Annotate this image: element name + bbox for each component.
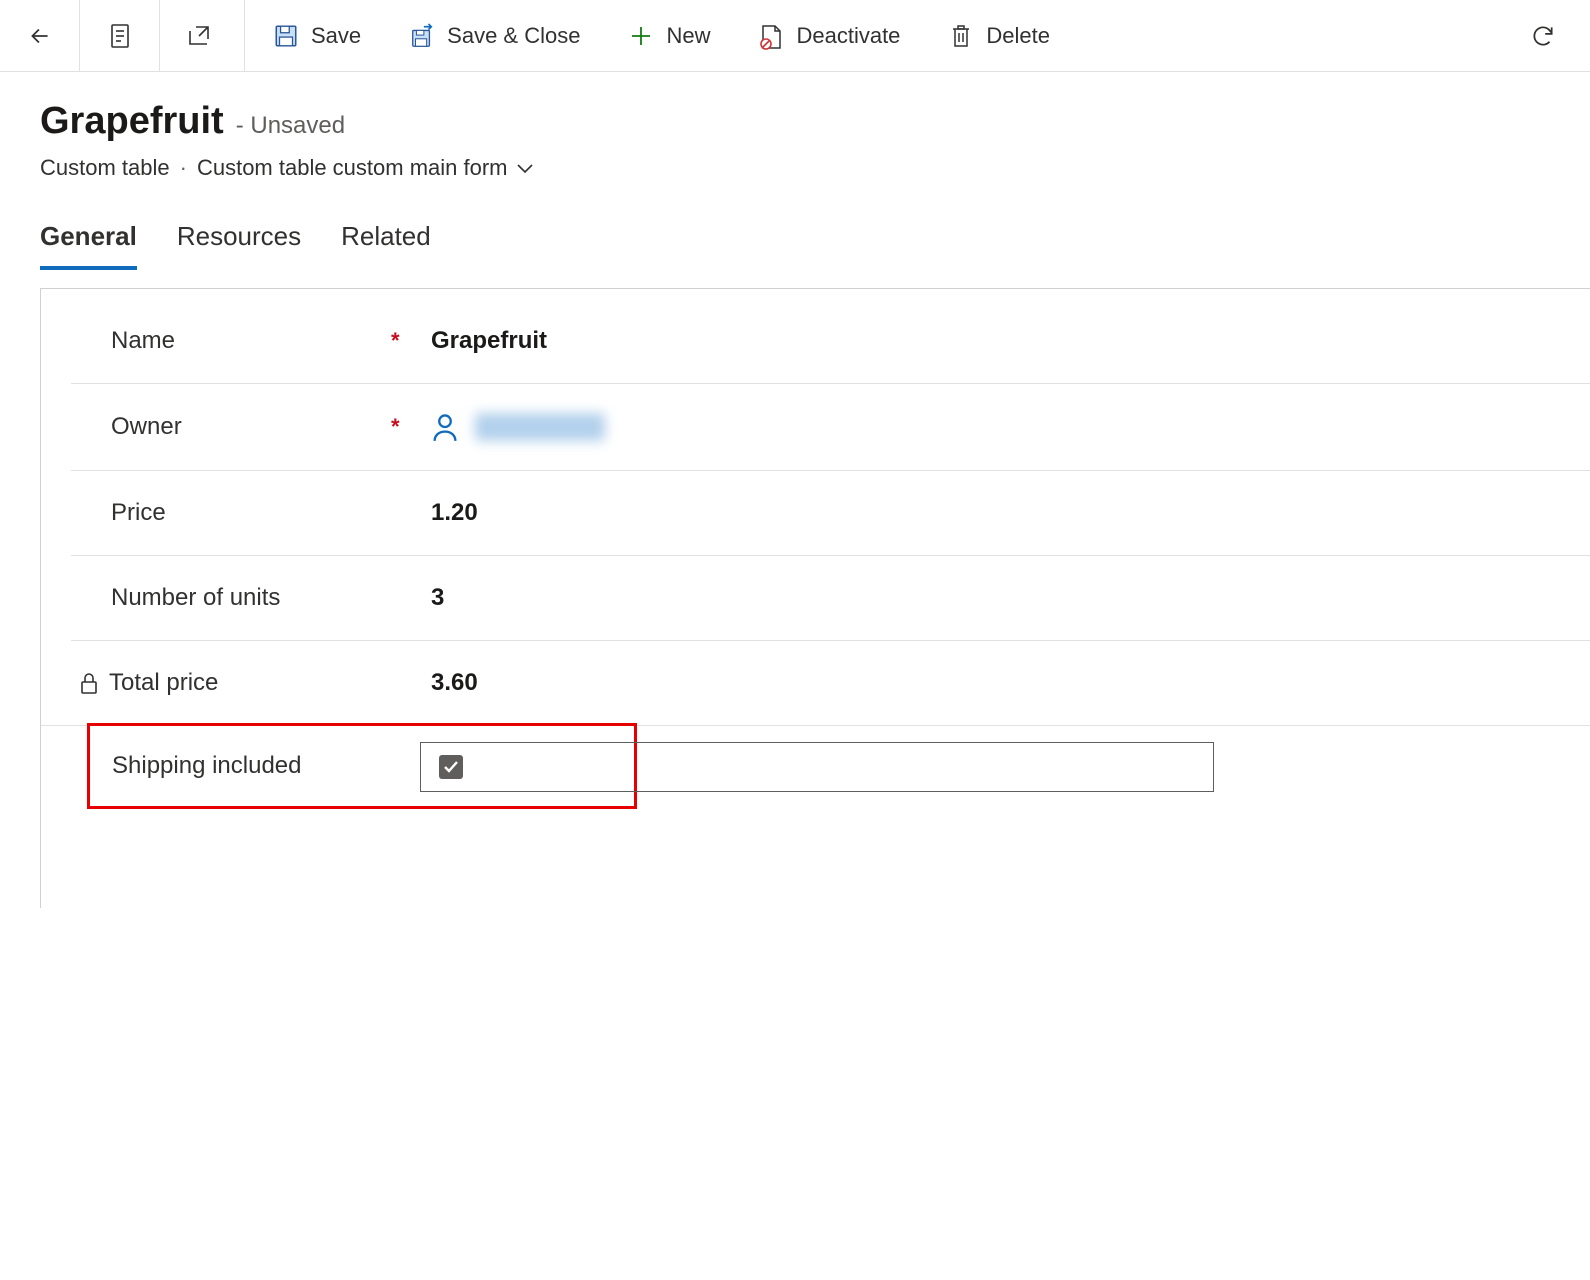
notes-icon	[107, 23, 133, 49]
owner-redacted	[475, 413, 605, 441]
command-bar: Save Save & Close New Deactivate Delete	[0, 0, 1590, 72]
deactivate-icon	[758, 23, 784, 49]
refresh-button[interactable]	[1506, 0, 1580, 72]
form-notes-button[interactable]	[80, 0, 160, 72]
back-arrow-icon	[27, 23, 53, 49]
check-icon	[443, 760, 459, 774]
delete-button[interactable]: Delete	[924, 0, 1074, 72]
field-value-owner[interactable]	[431, 412, 605, 442]
page-title: Grapefruit	[40, 100, 224, 143]
back-button[interactable]	[0, 0, 80, 72]
tab-resources[interactable]: Resources	[177, 221, 301, 270]
field-row-owner[interactable]: Owner *	[71, 384, 1590, 471]
checkbox-container[interactable]	[420, 742, 1214, 792]
field-value-total: 3.60	[431, 669, 478, 697]
required-indicator: *	[391, 328, 431, 354]
field-label: Total price	[79, 669, 359, 697]
field-row-shipping[interactable]: Shipping included	[87, 723, 637, 809]
toolbar-separator	[244, 0, 245, 72]
save-close-label: Save & Close	[447, 23, 580, 49]
form-name: Custom table custom main form	[197, 155, 508, 181]
save-close-button[interactable]: Save & Close	[385, 0, 604, 72]
entity-name: Custom table	[40, 155, 170, 181]
field-label: Name	[111, 327, 391, 355]
form-panel: Name * Grapefruit Owner * Price 1.20 Num…	[40, 288, 1590, 908]
plus-icon	[628, 23, 654, 49]
open-new-window-button[interactable]	[160, 0, 240, 72]
trash-icon	[948, 23, 974, 49]
save-status: - Unsaved	[236, 112, 345, 140]
new-label: New	[666, 23, 710, 49]
field-label: Price	[111, 499, 391, 527]
field-row-total: Total price 3.60	[41, 641, 1590, 726]
person-icon	[431, 412, 459, 442]
tab-related[interactable]: Related	[341, 221, 431, 270]
field-label: Owner	[111, 413, 391, 441]
new-button[interactable]: New	[604, 0, 734, 72]
field-label: Shipping included	[112, 752, 412, 780]
tab-general[interactable]: General	[40, 221, 137, 270]
popout-icon	[187, 23, 213, 49]
field-value-price[interactable]: 1.20	[431, 499, 478, 527]
tab-bar: General Resources Related	[0, 181, 1590, 270]
save-button[interactable]: Save	[249, 0, 385, 72]
chevron-down-icon	[516, 162, 534, 174]
checkbox-checked[interactable]	[439, 755, 463, 779]
field-row-units[interactable]: Number of units 3	[71, 556, 1590, 641]
field-label: Number of units	[111, 584, 391, 612]
field-row-price[interactable]: Price 1.20	[71, 471, 1590, 556]
save-label: Save	[311, 23, 361, 49]
deactivate-label: Deactivate	[796, 23, 900, 49]
save-icon	[273, 23, 299, 49]
field-row-name[interactable]: Name * Grapefruit	[71, 299, 1590, 384]
lock-icon	[79, 671, 99, 695]
page-header: Grapefruit - Unsaved Custom table · Cust…	[0, 72, 1590, 181]
save-close-icon	[409, 23, 435, 49]
refresh-icon	[1530, 23, 1556, 49]
required-indicator: *	[391, 414, 431, 440]
field-value-units[interactable]: 3	[431, 584, 444, 612]
delete-label: Delete	[986, 23, 1050, 49]
separator-dot: ·	[180, 155, 187, 181]
field-value-name[interactable]: Grapefruit	[431, 327, 547, 355]
form-selector[interactable]: Custom table custom main form	[197, 155, 534, 181]
deactivate-button[interactable]: Deactivate	[734, 0, 924, 72]
